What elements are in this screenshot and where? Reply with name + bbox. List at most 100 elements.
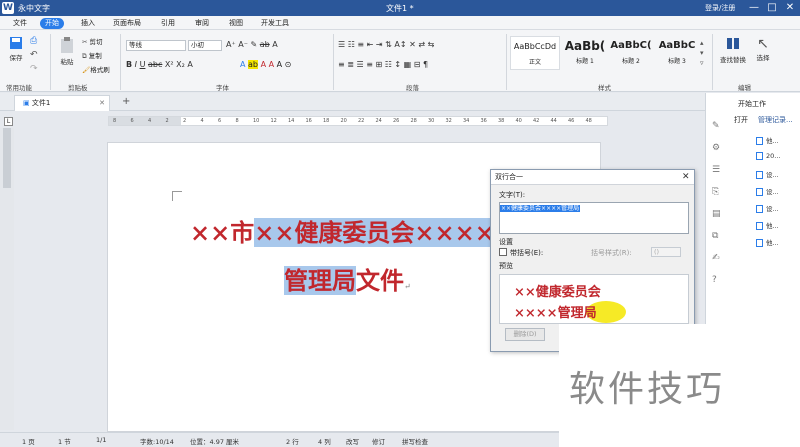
redo-icon[interactable]: ↷ (30, 64, 38, 74)
horizontal-ruler[interactable]: 8 6 4 2 2 4 6 8 10 12 14 16 18 20 22 24 26 28 30 32 34 36 38 40… (108, 116, 608, 126)
panel-title: 开始工作 (738, 100, 766, 108)
status-overwrite[interactable]: 改写 (346, 436, 359, 446)
text-label: 文字(T): (499, 191, 526, 199)
ruler-tick-label: 22 (358, 118, 365, 124)
recent-file[interactable]: 20... (756, 152, 780, 160)
recent-file[interactable]: 设... (756, 186, 779, 196)
recent-file[interactable]: 他... (756, 220, 779, 230)
status-row: 2 行 (286, 438, 299, 446)
status-word-count[interactable]: 字数:10/14 (140, 436, 174, 446)
menu-developer[interactable]: 开发工具 (256, 18, 294, 29)
menu-home[interactable]: 开始 (40, 18, 64, 29)
document-icon: ▣ (23, 99, 30, 107)
ruler-tick-label: 4 (200, 118, 204, 124)
style-heading-2[interactable]: AaBbC( 标题 2 (606, 36, 656, 70)
file-icon (756, 239, 763, 247)
binoculars-icon (727, 38, 739, 49)
headline-line-2: 管理局文件↵ (284, 266, 411, 295)
ruler-tick-label: 8 (235, 118, 239, 124)
separator (333, 34, 334, 90)
status-pages: 1/1 (96, 436, 107, 444)
bracket-checkbox[interactable] (499, 248, 507, 256)
clipboard-icon (61, 37, 73, 53)
preview-box: ××健康委员会 ××××管理局 (499, 274, 689, 324)
recent-file[interactable]: 他... (756, 237, 779, 247)
menu-review[interactable]: 审阅 (190, 18, 214, 29)
minimize-button[interactable]: — (746, 1, 762, 15)
file-icon (756, 222, 763, 230)
menu-references[interactable]: 引用 (156, 18, 180, 29)
copy-button[interactable]: ⧉ 复制 (82, 50, 102, 61)
dialog-title: 双行合一 (491, 170, 694, 185)
add-tab-button[interactable]: + (122, 96, 130, 107)
ruler-tick-label: 10 (253, 118, 260, 124)
status-page: 1 页 (22, 438, 35, 446)
preview-label: 预览 (499, 262, 513, 270)
maximize-button[interactable]: □ (764, 1, 780, 15)
vertical-ruler[interactable] (0, 128, 14, 430)
font-size-select[interactable]: 小初 (188, 40, 222, 51)
ruler-tick-label: 20 (340, 118, 347, 124)
ruler-tick-label: 28 (410, 118, 417, 124)
ruler-tick-label: 26 (393, 118, 400, 124)
menu-insert[interactable]: 插入 (76, 18, 100, 29)
status-track-changes[interactable]: 修订 (372, 436, 385, 446)
dialog-close-icon[interactable]: ✕ (682, 172, 690, 182)
save-button[interactable]: 保存 (6, 36, 26, 62)
delete-button[interactable]: 删除(D) (505, 328, 545, 341)
file-icon (756, 171, 763, 179)
recent-file[interactable]: 设... (756, 203, 779, 213)
recent-files-link[interactable]: 管理记录... (758, 115, 793, 125)
recent-file[interactable]: 他... (756, 135, 779, 145)
group-label-font: 字体 (216, 84, 229, 92)
file-icon (756, 137, 763, 145)
document-tab[interactable]: ▣ 文件1 ✕ (14, 95, 110, 111)
print-icon[interactable]: ⎙ (30, 36, 37, 46)
align-buttons[interactable]: ≡ ≣ ☰ ≡ ⊞ ☷ ↕ ▦ ⊟ ¶ (338, 60, 428, 69)
menu-view[interactable]: 视图 (224, 18, 248, 29)
recent-file[interactable]: 设... (756, 169, 779, 179)
find-replace-button[interactable]: 查找替换 (716, 36, 750, 64)
group-label-edit: 编辑 (738, 84, 751, 92)
panel-side-icons[interactable]: ✎ ⚙ ☰ ⎘ ▤ ⧉ ✍? (712, 115, 721, 291)
close-tab-icon[interactable]: ✕ (99, 96, 105, 110)
style-heading-3[interactable]: AaBbC 标题 3 (652, 36, 702, 70)
settings-label: 设置 (499, 238, 513, 246)
preview-line-1: ××健康委员会 (514, 285, 601, 300)
font-style-buttons[interactable]: B I U abc X² X₂ A (126, 60, 193, 69)
tab-stop-selector[interactable]: L (4, 117, 13, 126)
list-buttons[interactable]: ☰ ☷ ≡ ⇤ ⇥ ⇅ A↕ ✕ ⇄ ⇆ (338, 40, 434, 49)
margin-mark (172, 191, 182, 201)
group-label-common: 常用功能 (6, 84, 32, 92)
menu-file[interactable]: 文件 (8, 18, 32, 29)
styles-scroll[interactable]: ▴ ▾ ▿ (700, 38, 704, 68)
ruler-tick-label: 8 (113, 118, 117, 124)
text-field[interactable]: ××健康委员会××××管理局 (499, 202, 689, 234)
font-size-buttons[interactable]: A⁺ A⁻ ✎ ab A (226, 40, 278, 49)
ruler-tick-label: 40 (515, 118, 522, 124)
style-normal[interactable]: AaBbCcDd 正文 (510, 36, 560, 70)
bracket-style-select[interactable]: () (651, 247, 681, 257)
format-painter-button[interactable]: 🖌格式刷 (82, 64, 110, 74)
cut-button[interactable]: ✂ 剪切 (82, 36, 103, 46)
ruler-tick-label: 18 (323, 118, 330, 124)
font-color-buttons[interactable]: A ab A A A ⊙ (240, 60, 291, 69)
login-link[interactable]: 登录/注册 (705, 3, 735, 13)
undo-icon[interactable]: ↶ (30, 50, 38, 60)
status-spell-check[interactable]: 拼写检查 (402, 436, 428, 446)
scissors-icon: ✂ (82, 38, 88, 46)
ruler-tick-label: 32 (445, 118, 452, 124)
save-icon (10, 37, 22, 49)
close-button[interactable]: ✕ (782, 1, 798, 15)
style-heading-1[interactable]: AaBb( 标题 1 (560, 36, 610, 70)
ruler-tick-label: 16 (305, 118, 312, 124)
ruler-tick-label: 46 (568, 118, 575, 124)
copy-icon: ⧉ (82, 52, 87, 60)
menu-page-layout[interactable]: 页面布局 (108, 18, 146, 29)
file-icon (756, 205, 763, 213)
separator (712, 34, 713, 90)
open-link[interactable]: 打开 (734, 115, 748, 125)
font-name-select[interactable]: 等线 (126, 40, 186, 51)
select-button[interactable]: ↖ 选择 (752, 36, 774, 62)
paste-button[interactable]: 粘贴 (56, 36, 78, 66)
